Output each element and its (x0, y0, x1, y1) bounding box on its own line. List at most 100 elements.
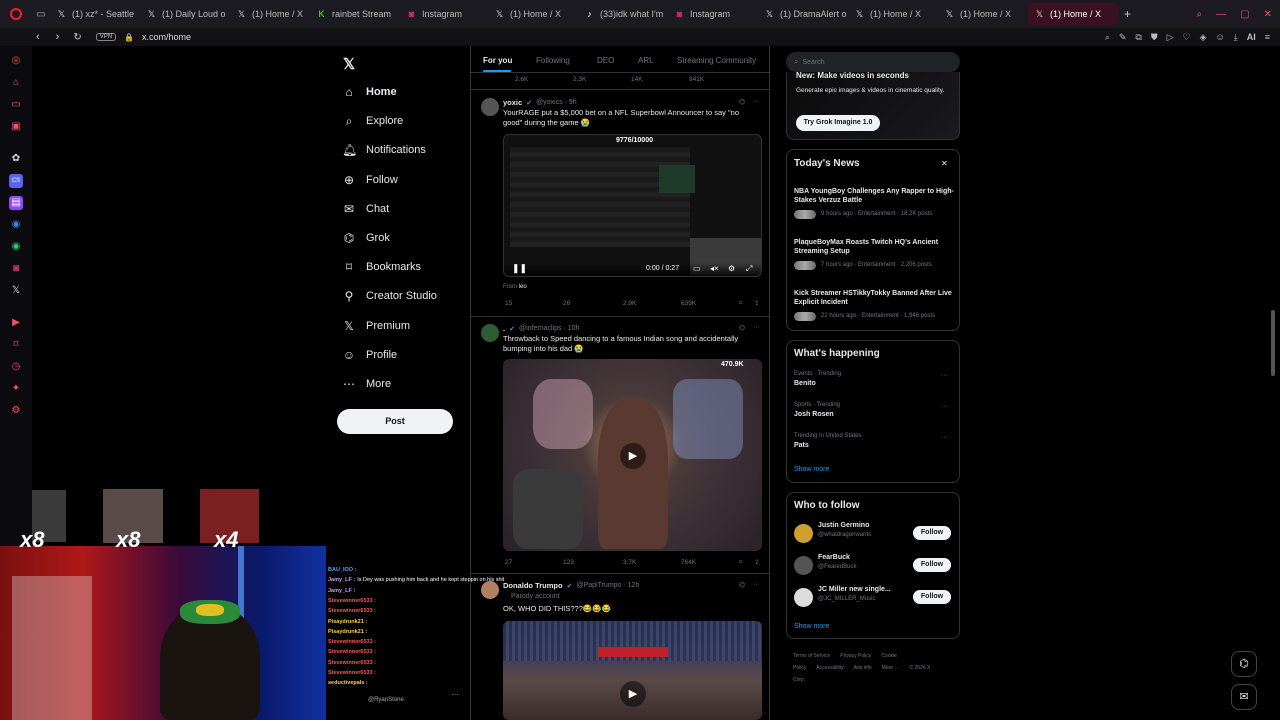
vpn-badge[interactable]: VPN (95, 33, 117, 41)
settings-icon[interactable]: ⚙ (728, 264, 735, 273)
tweet-handle[interactable]: @infernaclips · 10h (519, 325, 579, 332)
nav-item-premium[interactable]: 𝕏 Premium (342, 314, 410, 338)
more-icon[interactable]: ··· (941, 372, 948, 379)
nav-item-more[interactable]: ⋯ More (342, 372, 391, 396)
news-headline[interactable]: Kick Streamer HSTikkyTokky Banned After … (794, 289, 954, 307)
tweet-author[interactable]: yoxic (503, 98, 522, 107)
browser-tab[interactable]: 𝕏 (1) Home / X (488, 3, 578, 25)
bookmark-icon[interactable]: ⌑ (739, 558, 742, 566)
nav-item-profile[interactable]: ☺ Profile (342, 343, 397, 367)
close-icon[interactable]: ✕ (941, 159, 948, 168)
suggested-name[interactable]: Justin Germino (818, 522, 869, 529)
footer-link[interactable]: Privacy Policy (840, 653, 871, 659)
app-icon[interactable]: CS (9, 174, 23, 188)
messenger-icon[interactable]: ◉ (9, 218, 23, 232)
more-icon[interactable]: ··· (941, 434, 948, 441)
nav-item-creator-studio[interactable]: ⚲ Creator Studio (342, 284, 437, 308)
nav-item-bookmarks[interactable]: ⌑ Bookmarks (342, 255, 421, 279)
news-headline[interactable]: PlaqueBoyMax Roasts Twitch HQ's Ancient … (794, 238, 954, 256)
tab-following[interactable]: Following (536, 56, 570, 65)
repost-count[interactable]: 26 (563, 300, 570, 307)
grok-float-button[interactable]: ⌬ (1231, 651, 1257, 677)
tweet-author[interactable]: Donaldo Trumpo (503, 581, 563, 590)
follow-button[interactable]: Follow (913, 558, 951, 572)
search-box[interactable]: ⌕ Search (786, 52, 960, 72)
footer-link[interactable]: Ads info (854, 665, 872, 671)
instagram-icon[interactable]: ◙ (9, 262, 23, 276)
suggested-name[interactable]: FearBuck (818, 554, 850, 561)
extensions-icon[interactable]: ✦ (9, 382, 23, 396)
reply-count[interactable]: 27 (505, 559, 512, 566)
suggested-handle[interactable]: @JC_MILLER_Music (818, 596, 875, 602)
news-headline[interactable]: NBA YoungBoy Challenges Any Rapper to Hi… (794, 187, 954, 205)
grok-icon[interactable]: ⌬ (739, 98, 745, 106)
follow-button[interactable]: Follow (913, 590, 951, 604)
tweet-handle[interactable]: @yoxics · 9h (536, 99, 577, 106)
play-icon[interactable]: ▶ (620, 443, 646, 469)
x-logo-icon[interactable]: 𝕏 (343, 55, 355, 73)
more-icon[interactable]: ··· (941, 403, 948, 410)
cube-icon[interactable]: ◈ (1200, 32, 1207, 43)
tweet-author[interactable]: . (503, 324, 505, 333)
x-logo-icon[interactable]: 𝕏 (9, 284, 23, 298)
play-icon[interactable]: ▷ (1167, 32, 1174, 43)
try-grok-button[interactable]: Try Grok Imagine 1.0 (796, 115, 880, 131)
browser-logo-icon[interactable] (0, 0, 32, 28)
like-count[interactable]: 14K (631, 76, 643, 83)
minimize-icon[interactable]: — (1216, 9, 1226, 20)
browser-tab[interactable]: Krainbet Stream (310, 3, 400, 25)
settings-icon[interactable]: ⚙ (9, 404, 23, 418)
trend-topic[interactable]: Benito (794, 380, 816, 387)
browser-tab[interactable]: 𝕏 (1) Home / X (1028, 3, 1118, 25)
nav-item-follow[interactable]: ⊕ Follow (342, 168, 398, 192)
nav-item-chat[interactable]: ✉ Chat (342, 197, 389, 221)
tab-arl[interactable]: ARL (638, 56, 654, 65)
chatgpt-icon[interactable]: ✿ (9, 152, 23, 166)
new-tab-button[interactable]: + (1124, 7, 1131, 21)
share-icon[interactable]: ⇪ (754, 558, 759, 566)
suggested-handle[interactable]: @FearedBuck (818, 564, 856, 570)
tab-streaming-community[interactable]: Streaming Community (677, 56, 756, 65)
nav-item-explore[interactable]: ⌕ Explore (342, 109, 404, 133)
aria-icon[interactable]: ◎ (9, 54, 23, 68)
reply-count[interactable]: 15 (505, 300, 512, 307)
suggested-handle[interactable]: @whatdragonwants (818, 532, 871, 538)
from-user[interactable]: leo (519, 284, 527, 290)
browser-tab[interactable]: 𝕏 (1) Home / X (938, 3, 1028, 25)
zoom-icon[interactable]: ⌕ (1105, 32, 1110, 43)
footer-link[interactable]: Terms of Service (793, 653, 830, 659)
more-icon[interactable]: ··· (753, 98, 760, 105)
follow-button[interactable]: Follow (913, 526, 951, 540)
account-icon[interactable]: ☺ (1216, 32, 1225, 43)
avatar[interactable] (481, 324, 499, 342)
menu-icon[interactable]: ≡ (1265, 32, 1270, 43)
avatar[interactable] (794, 588, 813, 607)
download-icon[interactable]: ⤓ (1234, 32, 1238, 43)
view-count[interactable]: 764K (681, 559, 696, 566)
tab-deo[interactable]: DEO (597, 56, 614, 65)
wallet-icon[interactable]: ▣ (9, 120, 23, 134)
suggested-name[interactable]: JC Miller new single... (818, 586, 891, 593)
trend-topic[interactable]: Josh Rosen (794, 411, 834, 418)
grok-icon[interactable]: ⌬ (739, 581, 745, 589)
grok-icon[interactable]: ⌬ (739, 324, 745, 332)
show-more-link[interactable]: Show more (794, 466, 829, 473)
close-icon[interactable]: ✕ (1264, 9, 1272, 20)
like-count[interactable]: 2.9K (623, 300, 636, 307)
play-icon[interactable]: ▶ (620, 681, 646, 707)
browser-tab[interactable]: 𝕏 (1) Daily Loud o (140, 3, 230, 25)
repost-count[interactable]: 2.3K (573, 76, 586, 83)
scrollbar[interactable] (1271, 310, 1275, 376)
browser-tab[interactable]: 𝕏 (1) Home / X (848, 3, 938, 25)
video-player[interactable]: 9776/10000 ❚❚ 0:00 / 0:27 ▭ ◂× ⚙ ⤢ (503, 134, 762, 277)
history-icon[interactable]: ◷ (9, 360, 23, 374)
avatar[interactable] (794, 556, 813, 575)
forward-icon[interactable]: › (56, 31, 60, 43)
more-icon[interactable]: ··· (451, 690, 459, 699)
avatar[interactable] (481, 98, 499, 116)
nav-item-home[interactable]: ⌂ Home (342, 80, 396, 104)
back-icon[interactable]: ‹ (36, 31, 40, 43)
share-icon[interactable]: ⇪ (754, 299, 759, 307)
screenshot-icon[interactable]: ⧉ (1135, 32, 1141, 43)
fullscreen-icon[interactable]: ⤢ (746, 264, 752, 274)
